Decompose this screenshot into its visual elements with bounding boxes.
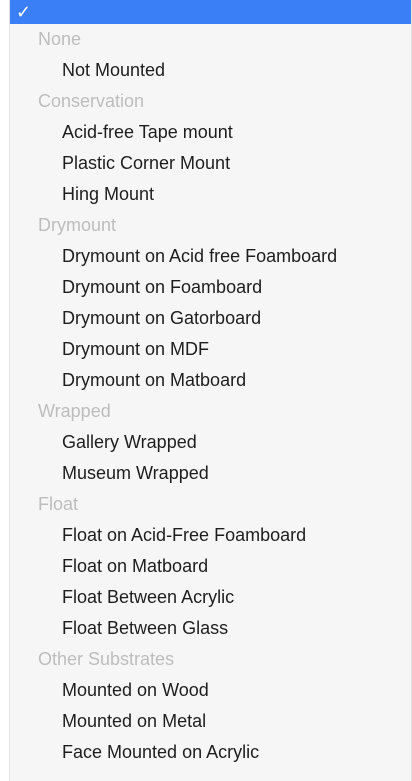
option-drymount-gatorboard[interactable]: Drymount on Gatorboard xyxy=(10,303,411,334)
option-mounted-on-metal[interactable]: Mounted on Metal xyxy=(10,706,411,737)
option-face-mounted-acrylic[interactable]: Face Mounted on Acrylic xyxy=(10,737,411,768)
option-drymount-acid-free-foamboard[interactable]: Drymount on Acid free Foamboard xyxy=(10,241,411,272)
group-header-wrapped: Wrapped xyxy=(38,401,111,421)
group-header-none: None xyxy=(38,29,82,49)
group-header-other-substrates: Other Substrates xyxy=(38,649,175,669)
option-float-between-acrylic[interactable]: Float Between Acrylic xyxy=(10,582,411,613)
group-conservation: Conservation Acid-free Tape mount Plasti… xyxy=(10,86,411,210)
option-hing-mount[interactable]: Hing Mount xyxy=(10,179,411,210)
option-drymount-matboard[interactable]: Drymount on Matboard xyxy=(10,365,411,396)
group-wrapped: Wrapped Gallery Wrapped Museum Wrapped xyxy=(10,396,411,489)
option-float-acid-free-foamboard[interactable]: Float on Acid-Free Foamboard xyxy=(10,520,411,551)
option-float-matboard[interactable]: Float on Matboard xyxy=(10,551,411,582)
option-drymount-mdf[interactable]: Drymount on MDF xyxy=(10,334,411,365)
option-drymount-foamboard[interactable]: Drymount on Foamboard xyxy=(10,272,411,303)
checkmark-icon: ✓ xyxy=(16,2,32,22)
option-acid-free-tape-mount[interactable]: Acid-free Tape mount xyxy=(10,117,411,148)
group-header-float: Float xyxy=(38,494,79,514)
group-header-drymount: Drymount xyxy=(38,215,117,235)
group-drymount: Drymount Drymount on Acid free Foamboard… xyxy=(10,210,411,396)
group-none: None Not Mounted xyxy=(10,24,411,86)
group-other-substrates: Other Substrates Mounted on Wood Mounted… xyxy=(10,644,411,768)
group-float: Float Float on Acid-Free Foamboard Float… xyxy=(10,489,411,644)
option-mounted-on-wood[interactable]: Mounted on Wood xyxy=(10,675,411,706)
option-float-between-glass[interactable]: Float Between Glass xyxy=(10,613,411,644)
option-gallery-wrapped[interactable]: Gallery Wrapped xyxy=(10,427,411,458)
option-not-mounted[interactable]: Not Mounted xyxy=(10,55,411,86)
mounting-dropdown-menu: ✓ None Not Mounted Conservation Acid-fre… xyxy=(9,0,412,781)
option-plastic-corner-mount[interactable]: Plastic Corner Mount xyxy=(10,148,411,179)
selected-empty-option[interactable]: ✓ xyxy=(10,0,411,24)
option-museum-wrapped[interactable]: Museum Wrapped xyxy=(10,458,411,489)
group-header-conservation: Conservation xyxy=(38,91,145,111)
